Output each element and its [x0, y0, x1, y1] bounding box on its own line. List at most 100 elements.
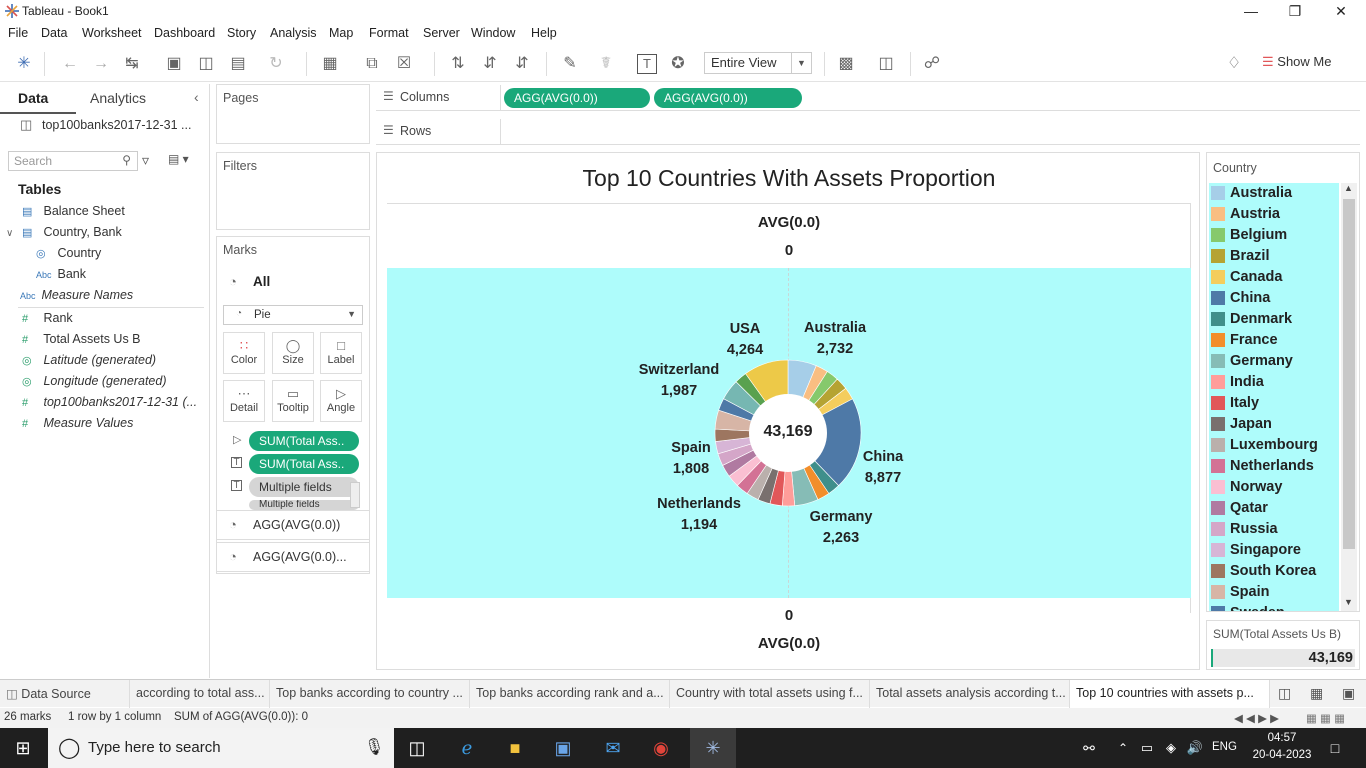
menu-worksheet[interactable]: Worksheet	[82, 26, 142, 40]
legend-item-france[interactable]: France	[1209, 330, 1339, 351]
tab-data[interactable]: Data	[18, 90, 48, 106]
edge-icon[interactable]: ℯ	[454, 736, 480, 760]
legend-item-spain[interactable]: Spain	[1209, 582, 1339, 603]
sort-ascending-icon[interactable]: ⇵	[480, 54, 500, 74]
field-bank[interactable]: Abc Bank	[36, 267, 86, 285]
tooltip-button[interactable]: ▭ Tooltip	[272, 380, 314, 422]
detail-button[interactable]: ⋯ Detail	[223, 380, 265, 422]
menu-dashboard[interactable]: Dashboard	[154, 26, 215, 40]
scroll-thumb[interactable]	[1343, 199, 1355, 549]
show-me-button[interactable]: ☰ Show Me	[1262, 54, 1331, 70]
clock-time[interactable]: 04:57	[1252, 732, 1312, 744]
task-view-icon[interactable]: ◫	[404, 736, 430, 760]
menu-data[interactable]: Data	[41, 26, 67, 40]
legend-item-singapore[interactable]: Singapore	[1209, 540, 1339, 561]
sheet-tab-3[interactable]: Top banks according rank and a...	[470, 680, 670, 708]
sort-descending-icon[interactable]: ⇵	[512, 54, 532, 74]
undo-icon[interactable]: ←	[60, 54, 80, 74]
new-worksheet-icon[interactable]: ▦	[320, 54, 340, 74]
minimize-button[interactable]: —	[1228, 0, 1274, 22]
field-latitude[interactable]: ◎ Latitude (generated)	[22, 353, 156, 371]
filters-shelf[interactable]: Filters	[216, 152, 370, 230]
legend-item-denmark[interactable]: Denmark	[1209, 309, 1339, 330]
clock-date[interactable]: 20-04-2023	[1248, 749, 1316, 761]
columns-pill-2[interactable]: AGG(AVG(0.0))	[654, 88, 802, 108]
maximize-button[interactable]: ❐	[1272, 0, 1318, 22]
menu-map[interactable]: Map	[329, 26, 353, 40]
chrome-icon[interactable]: ◉	[648, 736, 674, 760]
scroll-down-icon[interactable]: ▼	[1344, 597, 1353, 607]
pill-angle-total-assets[interactable]: SUM(Total Ass..	[249, 431, 359, 451]
field-total-assets[interactable]: # Total Assets Us B	[22, 332, 141, 350]
redo-icon[interactable]: →	[91, 54, 111, 74]
marks-layer-1[interactable]: ◔ AGG(AVG(0.0))	[216, 510, 370, 540]
language-indicator[interactable]: ENG	[1212, 741, 1237, 753]
columns-shelf[interactable]: ☰ Columns AGG(AVG(0.0)) AGG(AVG(0.0))	[376, 85, 1360, 111]
label-button[interactable]: □ Label	[320, 332, 362, 374]
field-count[interactable]: # top100banks2017-12-31 (...	[22, 395, 197, 413]
size-button[interactable]: ◯ Size	[272, 332, 314, 374]
wifi-icon[interactable]: ◈	[1158, 736, 1184, 760]
highlight-icon[interactable]: ✎	[560, 54, 580, 74]
legend-item-japan[interactable]: Japan	[1209, 414, 1339, 435]
field-country-bank[interactable]: ∨ ▤ Country, Bank	[6, 225, 122, 243]
microphone-icon[interactable]: 🎙	[364, 737, 384, 757]
filter-icon[interactable]: ▿	[142, 152, 149, 169]
format-painter-icon[interactable]: ♢	[1224, 54, 1244, 74]
duplicate-icon[interactable]: ⧉	[362, 54, 382, 74]
legend-item-sweden[interactable]: Sweden	[1209, 603, 1339, 611]
pill-scrollbar[interactable]	[350, 482, 360, 508]
file-explorer-icon[interactable]: ■	[502, 736, 528, 760]
swap-rows-columns-icon[interactable]: ⇅	[448, 54, 468, 74]
clear-sheet-icon[interactable]: ☒	[394, 54, 414, 74]
marks-all[interactable]: All	[253, 274, 270, 289]
new-worksheet-icon[interactable]: ◫	[1278, 685, 1291, 702]
new-story-icon[interactable]: ▣	[1342, 685, 1355, 702]
battery-icon[interactable]: ▭	[1134, 736, 1160, 760]
sheet-tab-5[interactable]: Total assets analysis according t...	[870, 680, 1070, 708]
pause-updates-icon[interactable]: ▤	[228, 54, 248, 74]
search-input[interactable]: Search ⚲	[8, 151, 138, 171]
menu-server[interactable]: Server	[423, 26, 460, 40]
pages-shelf[interactable]: Pages	[216, 84, 370, 144]
legend-item-norway[interactable]: Norway	[1209, 477, 1339, 498]
new-dashboard-icon[interactable]: ▦	[1310, 685, 1323, 702]
tray-up-icon[interactable]: ⌃	[1110, 736, 1136, 760]
menu-window[interactable]: Window	[471, 26, 515, 40]
legend-item-china[interactable]: China	[1209, 288, 1339, 309]
color-button[interactable]: ∷ Color	[223, 332, 265, 374]
group-icon[interactable]: ☤	[596, 54, 616, 74]
datasource-name[interactable]: top100banks2017-12-31 ...	[42, 118, 191, 132]
rows-shelf[interactable]: ☰ Rows	[376, 119, 1360, 145]
data-source-tab[interactable]: ◫ Data Source	[0, 680, 130, 708]
columns-pill-1[interactable]: AGG(AVG(0.0))	[504, 88, 650, 108]
tableau-taskbar-icon[interactable]: ✳	[690, 728, 736, 768]
legend-item-germany[interactable]: Germany	[1209, 351, 1339, 372]
tableau-home-icon[interactable]: ✳	[14, 54, 34, 74]
show-cards-icon[interactable]: ▩	[836, 54, 856, 74]
tab-analytics[interactable]: Analytics	[90, 90, 146, 106]
legend-scrollbar[interactable]: ▲ ▼	[1341, 183, 1357, 611]
new-datasource-icon[interactable]: ◫	[196, 54, 216, 74]
swap-icon[interactable]: ↹	[122, 54, 142, 74]
sheet-tab-active[interactable]: Top 10 countries with assets p...	[1070, 680, 1270, 708]
sheet-tab-1[interactable]: according to total ass...	[130, 680, 270, 708]
field-measure-names[interactable]: Abc Measure Names	[20, 288, 133, 306]
view-list-icon[interactable]: ▤ ▾	[168, 152, 189, 166]
share-icon[interactable]: ☍	[922, 54, 942, 74]
legend-item-luxembourg[interactable]: Luxembourg	[1209, 435, 1339, 456]
legend-item-netherlands[interactable]: Netherlands	[1209, 456, 1339, 477]
menu-analysis[interactable]: Analysis	[270, 26, 317, 40]
presentation-icon[interactable]: ◫	[876, 54, 896, 74]
plot-area[interactable]: 43,169 Australia 2,732 USA 4,264 Switzerla…	[387, 268, 1191, 598]
sheet-tab-2[interactable]: Top banks according to country ...	[270, 680, 470, 708]
pill-multiple-fields-2[interactable]: Multiple fields	[249, 500, 359, 510]
fit-view-select[interactable]: Entire View ▼	[704, 52, 812, 74]
mail-icon[interactable]: ✉	[600, 736, 626, 760]
menu-format[interactable]: Format	[369, 26, 409, 40]
sheet-tab-4[interactable]: Country with total assets using f...	[670, 680, 870, 708]
save-icon[interactable]: ▣	[164, 54, 184, 74]
store-icon[interactable]: ▣	[550, 736, 576, 760]
legend-item-south-korea[interactable]: South Korea	[1209, 561, 1339, 582]
collapse-pane-icon[interactable]: ‹	[194, 89, 199, 105]
